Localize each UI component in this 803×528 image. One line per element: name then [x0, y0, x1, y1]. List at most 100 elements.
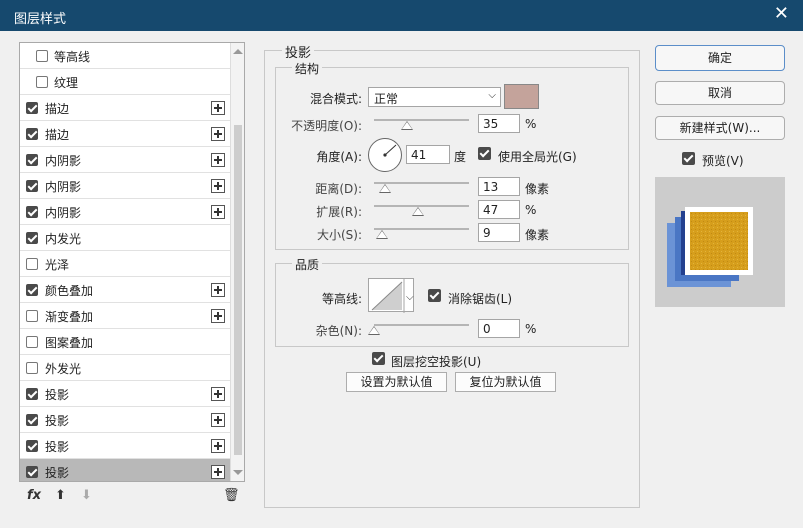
fx-list-item[interactable]: 描边 [20, 121, 231, 147]
noise-slider-track[interactable] [374, 324, 469, 326]
fx-list-item[interactable]: 纹理 [20, 69, 231, 95]
preview-label: 预览(V) [702, 154, 744, 168]
fx-checkbox[interactable] [26, 258, 38, 270]
scrollbar-thumb[interactable] [234, 125, 242, 455]
distance-unit: 像素 [525, 182, 550, 196]
fx-list-item[interactable]: 投影 [20, 407, 231, 433]
fx-menu-icon[interactable]: fx [27, 488, 41, 503]
angle-label: 角度(A): [316, 150, 362, 164]
fx-list-item[interactable]: 光泽 [20, 251, 231, 277]
add-fx-icon[interactable] [211, 387, 225, 401]
fx-checkbox[interactable] [26, 128, 38, 140]
size-label: 大小(S): [316, 228, 362, 242]
add-fx-icon[interactable] [211, 465, 225, 479]
fx-checkbox[interactable] [26, 232, 38, 244]
fx-list-item[interactable]: 投影 [20, 433, 231, 459]
add-fx-icon[interactable] [211, 283, 225, 297]
cancel-button[interactable]: 取消 [655, 81, 785, 105]
noise-input[interactable]: 0 [478, 319, 520, 338]
add-fx-icon[interactable] [211, 179, 225, 193]
fx-checkbox[interactable] [26, 336, 38, 348]
contour-picker[interactable]: ⌵ [368, 278, 414, 313]
add-fx-icon[interactable] [211, 153, 225, 167]
contour-curve-icon: ⌵ [371, 279, 414, 313]
antialias-label: 消除锯齿(L) [448, 292, 513, 306]
fx-label: 外发光 [45, 362, 82, 376]
blend-mode-select[interactable]: 正常 ⌵ [368, 87, 501, 107]
size-slider-track[interactable] [374, 228, 469, 230]
preview-checkbox[interactable] [682, 152, 695, 165]
fx-checkbox[interactable] [26, 154, 38, 166]
style-preview-thumbnail [655, 177, 785, 307]
close-icon[interactable]: ✕ [774, 5, 789, 23]
noise-slider-thumb[interactable] [368, 326, 380, 335]
new-style-button[interactable]: 新建样式(W)... [655, 116, 785, 140]
shadow-color-swatch[interactable] [504, 84, 539, 109]
svg-text:⌵: ⌵ [406, 292, 414, 303]
distance-input[interactable]: 13 [478, 177, 520, 196]
angle-dial[interactable] [368, 138, 402, 172]
fx-checkbox[interactable] [26, 362, 38, 374]
add-fx-icon[interactable] [211, 439, 225, 453]
fx-checkbox[interactable] [26, 414, 38, 426]
add-fx-icon[interactable] [211, 127, 225, 141]
fx-list-item[interactable]: 投影 [20, 381, 231, 407]
fx-list-item[interactable]: 内发光 [20, 225, 231, 251]
noise-label: 杂色(N): [315, 324, 362, 338]
distance-slider-thumb[interactable] [379, 184, 391, 193]
fx-label: 等高线 [54, 50, 91, 64]
spread-slider-thumb[interactable] [412, 207, 424, 216]
blend-mode-value: 正常 [374, 92, 399, 106]
move-up-icon[interactable]: ⬆ [55, 488, 66, 503]
scroll-up-arrow-icon[interactable] [233, 49, 243, 54]
set-default-button[interactable]: 设置为默认值 [346, 372, 447, 392]
fx-list-item[interactable]: 投影 [20, 459, 231, 481]
fx-list-item[interactable]: 外发光 [20, 355, 231, 381]
fx-list-item[interactable]: 描边 [20, 95, 231, 121]
fx-checkbox[interactable] [26, 466, 38, 478]
add-fx-icon[interactable] [211, 205, 225, 219]
opacity-input[interactable]: 35 [478, 114, 520, 133]
ok-button[interactable]: 确定 [655, 45, 785, 71]
fx-checkbox[interactable] [36, 50, 48, 62]
delete-icon[interactable]: 🗑 [223, 488, 240, 503]
fx-list-item[interactable]: 内阴影 [20, 173, 231, 199]
opacity-unit: % [525, 117, 537, 131]
angle-dial-needle-icon [383, 144, 397, 157]
effects-list-scrollbar[interactable] [230, 43, 244, 481]
antialias-checkbox[interactable] [428, 289, 441, 302]
global-light-checkbox[interactable] [478, 147, 491, 160]
add-fx-icon[interactable] [211, 101, 225, 115]
fx-checkbox[interactable] [26, 284, 38, 296]
reset-default-button[interactable]: 复位为默认值 [455, 372, 556, 392]
fx-checkbox[interactable] [26, 440, 38, 452]
add-fx-icon[interactable] [211, 413, 225, 427]
scroll-down-arrow-icon[interactable] [233, 470, 243, 475]
spread-input[interactable]: 47 [478, 200, 520, 219]
fx-checkbox[interactable] [26, 388, 38, 400]
fx-list-item[interactable]: 渐变叠加 [20, 303, 231, 329]
fx-checkbox[interactable] [26, 180, 38, 192]
fx-list-item[interactable]: 内阴影 [20, 199, 231, 225]
fx-list-item[interactable]: 颜色叠加 [20, 277, 231, 303]
fx-label: 内发光 [45, 232, 82, 246]
fx-list-item[interactable]: 等高线 [20, 43, 231, 69]
fx-checkbox[interactable] [26, 102, 38, 114]
structure-title: 结构 [292, 60, 323, 77]
noise-unit: % [525, 322, 537, 336]
fx-list-item[interactable]: 内阴影 [20, 147, 231, 173]
fx-checkbox[interactable] [26, 206, 38, 218]
move-down-icon[interactable]: ⬇ [81, 488, 92, 503]
fx-list-item[interactable]: 图案叠加 [20, 329, 231, 355]
size-slider-thumb[interactable] [376, 230, 388, 239]
size-input[interactable]: 9 [478, 223, 520, 242]
add-fx-icon[interactable] [211, 309, 225, 323]
opacity-slider-thumb[interactable] [401, 121, 413, 130]
fx-label: 颜色叠加 [45, 284, 94, 298]
fx-checkbox[interactable] [36, 76, 48, 88]
knockout-checkbox[interactable] [372, 352, 385, 365]
opacity-slider-track[interactable] [374, 119, 469, 121]
knockout-label: 图层挖空投影(U) [391, 355, 482, 369]
fx-checkbox[interactable] [26, 310, 38, 322]
angle-input[interactable]: 41 [406, 145, 450, 164]
